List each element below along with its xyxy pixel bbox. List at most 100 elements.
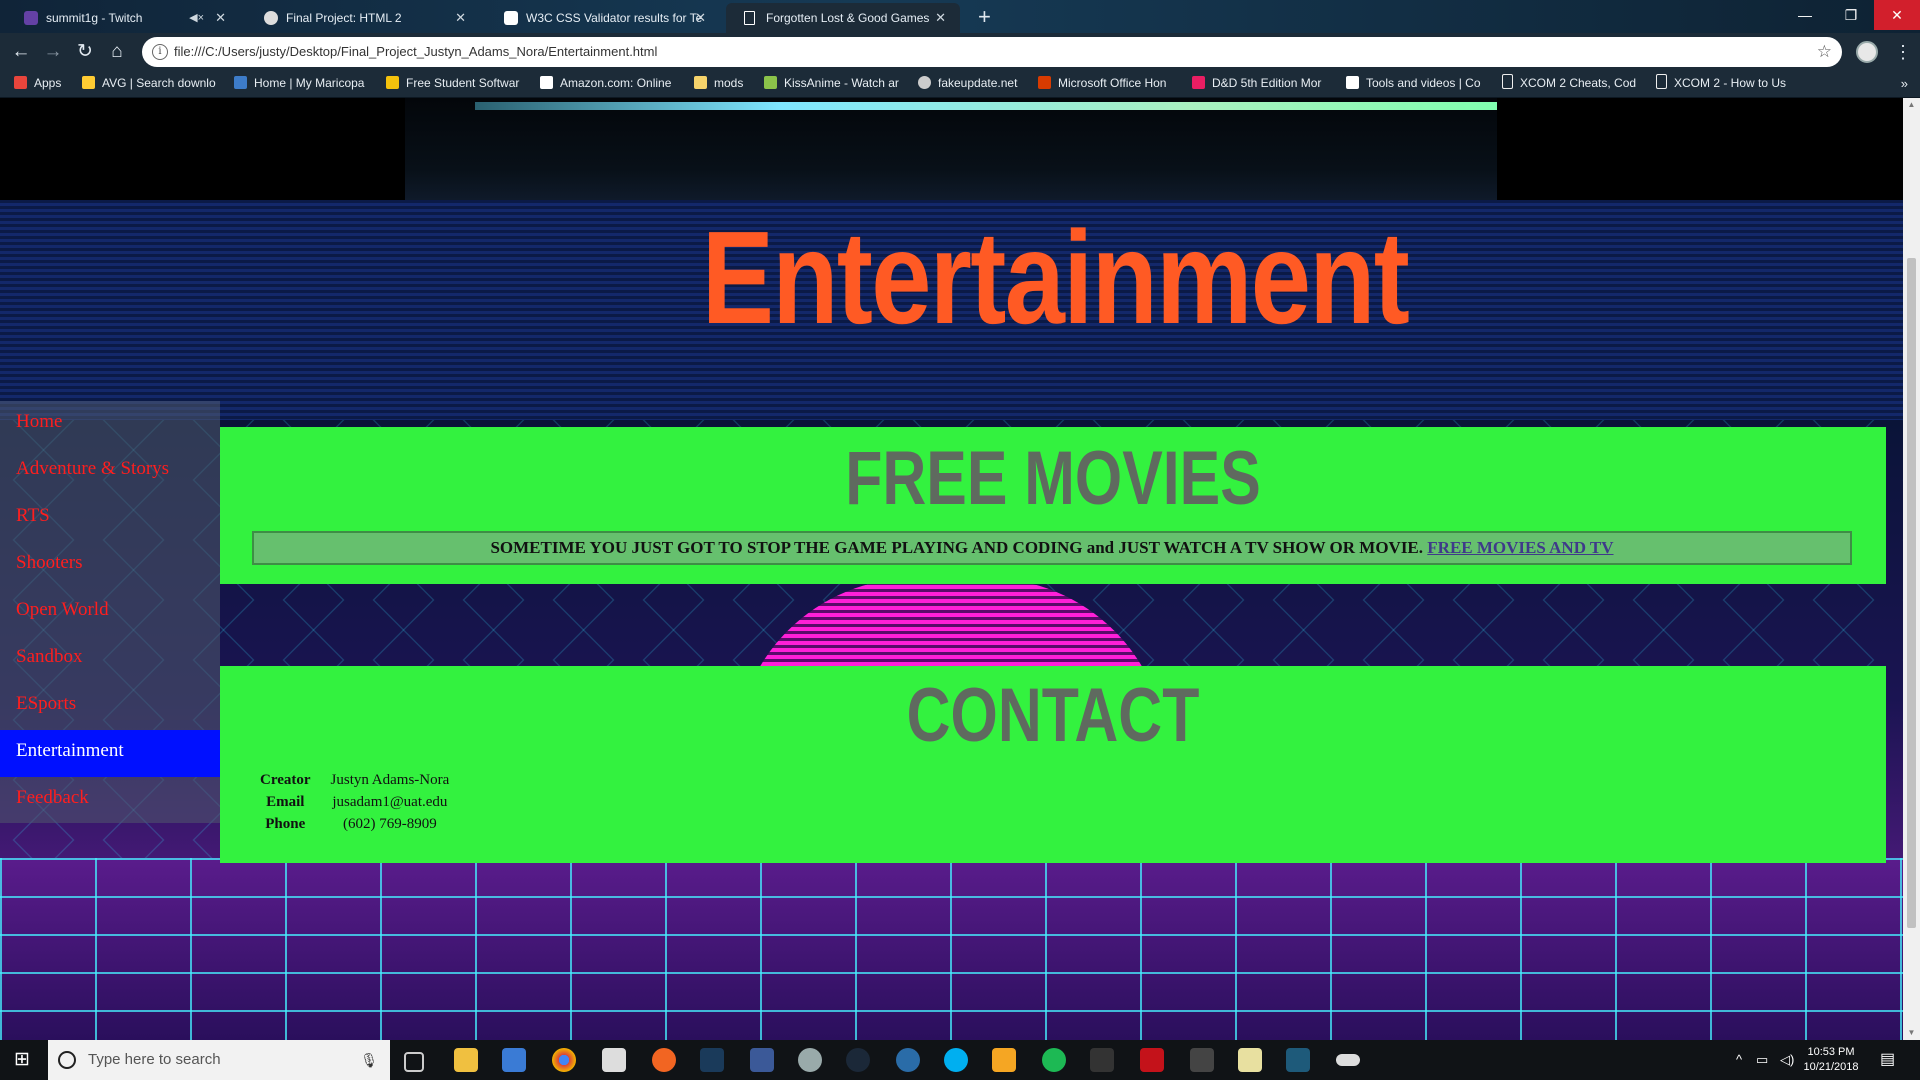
notepad-icon[interactable] [1238, 1048, 1262, 1072]
new-tab-button[interactable]: + [978, 4, 991, 30]
file-explorer-icon[interactable] [454, 1048, 478, 1072]
app-icon[interactable] [1190, 1048, 1214, 1072]
bookmark-xcom-cheats[interactable]: XCOM 2 Cheats, Cod [1502, 71, 1636, 96]
contact-label: Phone [265, 816, 306, 832]
bookmark-apps[interactable]: Apps [14, 71, 61, 96]
student-software-icon [386, 76, 399, 89]
table-row: Creator Justyn Adams-Nora [250, 770, 459, 792]
bookmark-mods[interactable]: mods [694, 71, 743, 96]
bookmark-maricopa[interactable]: Home | My Maricopa [234, 71, 364, 96]
close-tab-icon[interactable]: ✕ [695, 3, 706, 33]
address-url[interactable]: file:///C:/Users/justy/Desktop/Final_Pro… [174, 37, 657, 67]
volume-icon[interactable]: ◁) [1780, 1040, 1794, 1080]
nav-open-world[interactable]: Open World [0, 589, 220, 636]
browser-toolbar: ← → ↻ ⌂ i file:///C:/Users/justy/Desktop… [0, 33, 1920, 71]
windows-start-icon[interactable]: ⊞ [14, 1050, 30, 1070]
free-movies-box: SOMETIME YOU JUST GOT TO STOP THE GAME P… [252, 531, 1852, 565]
tray-overflow-icon[interactable]: ^ [1736, 1040, 1742, 1080]
page-scrollbar[interactable]: ▲ ▼ [1903, 98, 1920, 1040]
bookmark-avg[interactable]: AVG | Search downlo [82, 71, 216, 96]
close-tab-icon[interactable]: ✕ [215, 3, 226, 33]
nav-home[interactable]: Home [0, 401, 220, 448]
taskbar-search[interactable]: Type here to search 🎙 [48, 1040, 390, 1080]
app-icon[interactable] [1286, 1048, 1310, 1072]
bookmark-fakeupdate[interactable]: fakeupdate.net [918, 71, 1017, 96]
free-movies-section: FREE MOVIES SOMETIME YOU JUST GOT TO STO… [220, 427, 1886, 584]
globe-icon [264, 11, 278, 25]
clock-time: 10:53 PM [1807, 1046, 1855, 1058]
notifications-icon[interactable]: ▤ [1880, 1040, 1895, 1080]
bookmark-student-software[interactable]: Free Student Softwar [386, 71, 519, 96]
skype-icon[interactable] [944, 1048, 968, 1072]
bookmark-xcom-howto[interactable]: XCOM 2 - How to Us [1656, 71, 1786, 96]
bookmarks-overflow-icon[interactable]: » [1901, 71, 1908, 96]
scroll-thumb[interactable] [1907, 258, 1916, 928]
microphone-icon[interactable]: 🎙 [360, 1040, 378, 1080]
spotify-icon[interactable] [1042, 1048, 1066, 1072]
nav-esports[interactable]: ESports [0, 683, 220, 730]
tab-final-project[interactable]: Final Project: HTML 2 ✕ [246, 3, 480, 33]
close-tab-icon[interactable]: ✕ [455, 3, 466, 33]
tab-twitch[interactable]: summit1g - Twitch ◀× ✕ [6, 3, 240, 33]
bookmark-kissanime[interactable]: KissAnime - Watch ar [764, 71, 899, 96]
nav-entertainment[interactable]: Entertainment [0, 730, 220, 777]
network-icon[interactable]: ▭ [1756, 1040, 1768, 1080]
profile-avatar[interactable] [1856, 41, 1878, 63]
folder-icon [694, 76, 707, 89]
onedrive-icon[interactable] [1336, 1054, 1360, 1066]
chrome-icon[interactable] [552, 1048, 576, 1072]
reload-icon[interactable]: ↻ [72, 39, 98, 65]
restore-button[interactable]: ❐ [1828, 0, 1874, 30]
info-icon[interactable]: i [152, 44, 168, 60]
system-clock[interactable]: 10:53 PM 10/21/2018 [1800, 1045, 1862, 1075]
speaker-muted-icon[interactable]: ◀× [189, 3, 204, 33]
address-bar[interactable]: i file:///C:/Users/justy/Desktop/Final_P… [142, 37, 1842, 67]
app-icon[interactable] [798, 1048, 822, 1072]
tab-title: summit1g - Twitch [46, 11, 143, 25]
origin-icon[interactable] [652, 1048, 676, 1072]
scroll-up-icon[interactable]: ▲ [1903, 98, 1920, 112]
bookmark-star-icon[interactable]: ☆ [1817, 37, 1832, 67]
page-icon [1656, 74, 1667, 89]
nav-sandbox[interactable]: Sandbox [0, 636, 220, 683]
app-icon[interactable] [1090, 1048, 1114, 1072]
tab-title: Forgotten Lost & Good Games [766, 11, 930, 25]
clock-date: 10/21/2018 [1803, 1061, 1859, 1073]
w3c-icon [504, 11, 518, 25]
tab-forgotten-games[interactable]: Forgotten Lost & Good Games ✕ [726, 3, 960, 33]
menu-dots-icon[interactable]: ⋮ [1894, 38, 1912, 66]
free-movies-text: SOMETIME YOU JUST GOT TO STOP THE GAME P… [490, 538, 1424, 557]
bookmark-tools-videos[interactable]: Tools and videos | Co [1346, 71, 1481, 96]
tab-w3c-validator[interactable]: W3C CSS Validator results for Te ✕ [486, 3, 720, 33]
uplay-icon[interactable] [896, 1048, 920, 1072]
bookmark-dnd[interactable]: D&D 5th Edition Mor [1192, 71, 1321, 96]
nav-feedback[interactable]: Feedback [0, 777, 220, 824]
battlenet-icon[interactable] [700, 1048, 724, 1072]
forward-icon[interactable]: → [40, 39, 66, 65]
back-icon[interactable]: ← [8, 39, 34, 65]
maricopa-icon [234, 76, 247, 89]
nav-adventure-storys[interactable]: Adventure & Storys [0, 448, 220, 495]
task-view-icon[interactable] [404, 1052, 424, 1072]
nav-rts[interactable]: RTS [0, 495, 220, 542]
close-tab-icon[interactable]: ✕ [935, 3, 946, 33]
home-icon[interactable]: ⌂ [104, 39, 130, 65]
contact-value: (602) 769-8909 [343, 816, 437, 832]
facebook-icon[interactable] [750, 1048, 774, 1072]
free-movies-link[interactable]: FREE MOVIES AND TV [1427, 538, 1613, 557]
bookmark-amazon[interactable]: Amazon.com: Online [540, 71, 671, 96]
nav-shooters[interactable]: Shooters [0, 542, 220, 589]
close-window-button[interactable]: ✕ [1874, 0, 1920, 30]
tab-strip: summit1g - Twitch ◀× ✕ Final Project: HT… [0, 0, 1920, 33]
scroll-down-icon[interactable]: ▼ [1903, 1026, 1920, 1040]
media-icon[interactable] [1140, 1048, 1164, 1072]
mail-icon[interactable] [602, 1048, 626, 1072]
store-icon[interactable] [502, 1048, 526, 1072]
bookmark-office[interactable]: Microsoft Office Hon [1038, 71, 1166, 96]
minimize-button[interactable]: — [1782, 0, 1828, 30]
game-launcher-icon[interactable] [992, 1048, 1016, 1072]
contact-value: jusadam1@uat.edu [332, 794, 448, 810]
free-movies-heading: FREE MOVIES [845, 436, 1261, 521]
steam-icon[interactable] [846, 1048, 870, 1072]
tab-title: W3C CSS Validator results for Te [526, 11, 703, 25]
